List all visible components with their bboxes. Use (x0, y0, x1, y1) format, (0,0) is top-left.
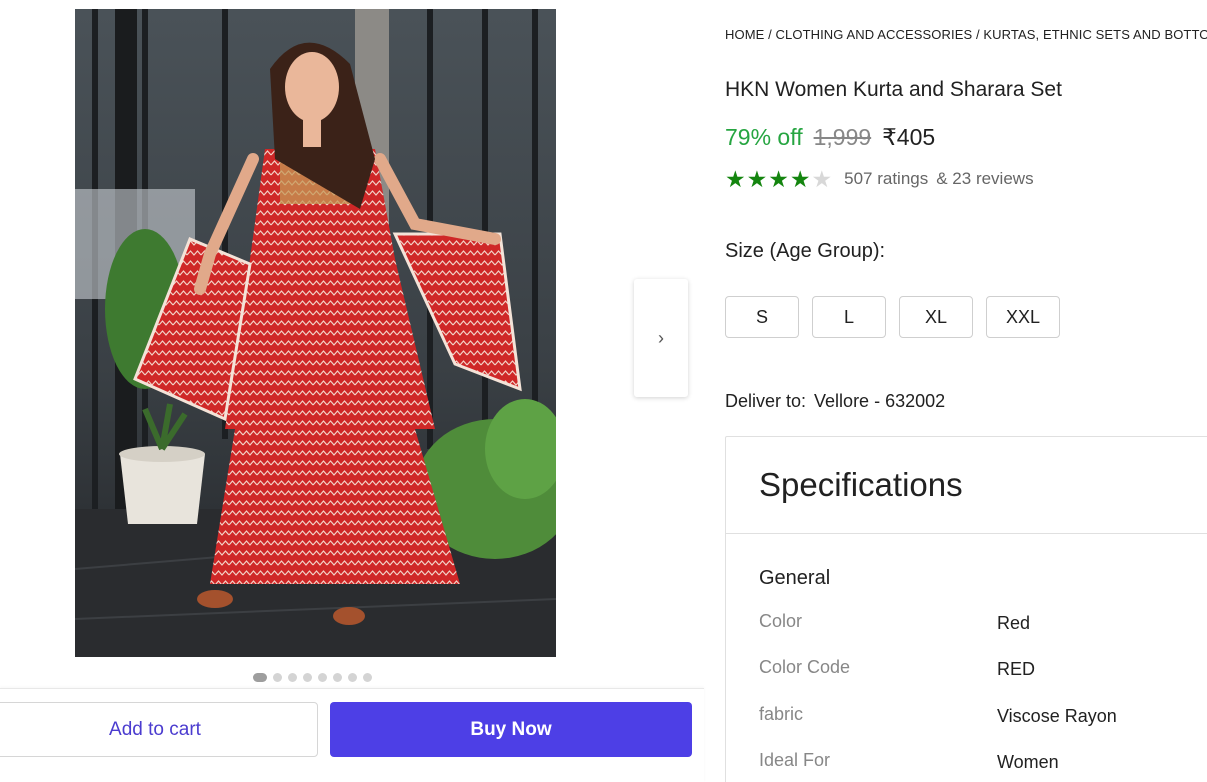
add-to-cart-button[interactable]: Add to cart (0, 702, 318, 757)
action-bar: Add to cart Buy Now (0, 688, 704, 782)
spec-key: fabric (759, 704, 804, 724)
deliver-to-label: Deliver to: (725, 391, 807, 411)
next-image-button[interactable]: › (634, 279, 688, 397)
size-option-xl[interactable]: XL (899, 296, 973, 338)
buy-now-button[interactable]: Buy Now (330, 702, 692, 757)
star-filled-icon: ★ (746, 166, 768, 192)
product-image[interactable] (75, 9, 556, 657)
spec-key: Ideal For (759, 750, 831, 770)
spec-value: Women (997, 752, 1059, 772)
product-photo (75, 9, 556, 657)
size-options: S L XL XXL (725, 296, 1060, 338)
specifications-card: Specifications General Color Red Color C… (725, 436, 1207, 782)
rating-row[interactable]: ★ ★ ★ ★ ★ 507 ratings & 23 reviews (725, 166, 1034, 192)
pager-dot[interactable] (348, 672, 357, 682)
image-pager (253, 672, 372, 682)
discount-badge: 79% off (725, 124, 803, 150)
reviews-count: & 23 reviews (936, 169, 1034, 188)
pager-dot[interactable] (318, 672, 327, 682)
spec-group-title: General (759, 567, 831, 589)
star-filled-icon: ★ (725, 166, 746, 192)
size-option-l[interactable]: L (812, 296, 886, 338)
delivery-location[interactable]: Deliver to: Vellore - 632002 (725, 391, 945, 412)
star-rating: ★ ★ ★ ★ ★ (725, 166, 833, 192)
size-label: Size (Age Group): (725, 240, 886, 262)
specifications-title[interactable]: Specifications (726, 437, 1207, 534)
pager-dot[interactable] (363, 672, 372, 682)
star-filled-icon: ★ (768, 166, 789, 192)
breadcrumb[interactable]: HOME / CLOTHING AND ACCESSORIES / KURTAS… (725, 27, 1207, 42)
size-option-xxl[interactable]: XXL (986, 296, 1060, 338)
spec-value: Viscose Rayon (997, 706, 1117, 726)
delivery-pincode: Vellore - 632002 (814, 391, 946, 411)
chevron-right-icon: › (658, 327, 664, 348)
pager-dot[interactable] (288, 672, 297, 682)
pager-dot[interactable] (253, 672, 267, 682)
price-row: 79% off 1,999 ₹405 (725, 124, 935, 151)
pager-dot[interactable] (333, 672, 342, 682)
size-option-s[interactable]: S (725, 296, 799, 338)
spec-key: Color (759, 611, 803, 631)
product-title: HKN Women Kurta and Sharara Set (725, 78, 1062, 101)
pager-dot[interactable] (303, 672, 312, 682)
pager-dot[interactable] (273, 672, 282, 682)
spec-key: Color Code (759, 657, 851, 677)
ratings-count: 507 ratings (844, 169, 929, 188)
selling-price: ₹405 (882, 124, 936, 150)
original-price: 1,999 (813, 124, 872, 150)
spec-value: Red (997, 613, 1031, 633)
star-empty-icon: ★ (811, 166, 833, 192)
star-filled-icon: ★ (789, 166, 811, 192)
spec-value: RED (997, 659, 1036, 679)
